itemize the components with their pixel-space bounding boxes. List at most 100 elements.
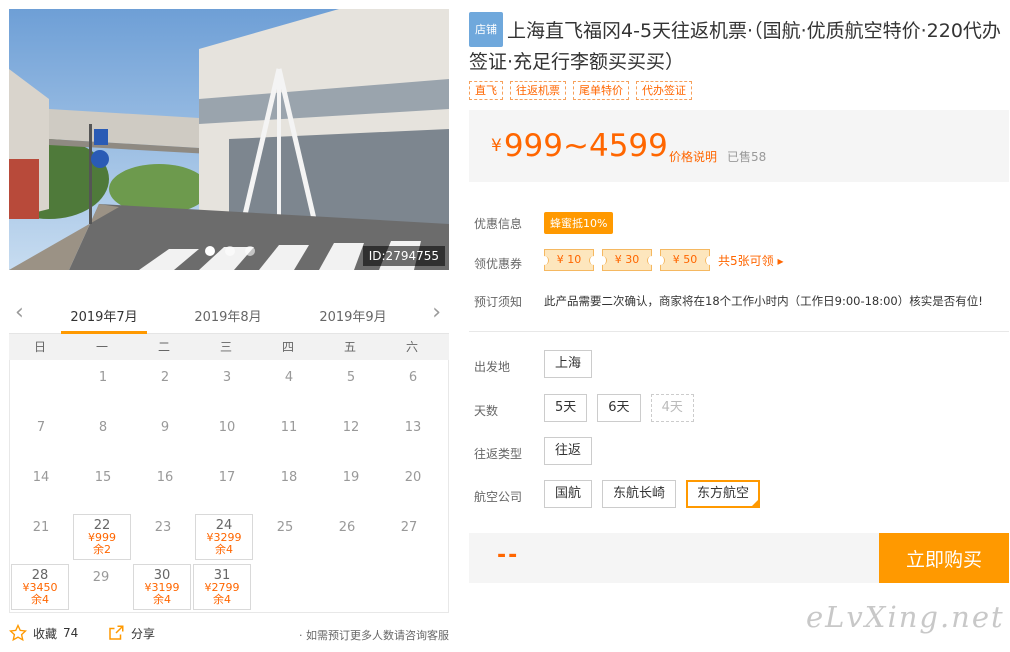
day-number: 8 (98, 420, 108, 435)
product-tag: 尾单特价 (573, 81, 629, 100)
day-number: 9 (160, 420, 170, 435)
coupon-label: 领优惠券 (474, 257, 523, 271)
chevron-right-icon[interactable]: › (432, 302, 441, 324)
price-panel: ¥999~4599 价格说明 已售58 (469, 110, 1009, 182)
booking-help-note: · 如需预订更多人数请咨询客服 (299, 629, 449, 642)
favorite-count: 74 (63, 626, 79, 640)
calendar-day-available[interactable]: 28 ¥3450 余4 (11, 564, 69, 610)
weekday-label: 四 (281, 340, 294, 354)
buy-now-button[interactable]: 立即购买 (879, 533, 1009, 583)
price-range: ¥999~4599 (491, 128, 668, 164)
coupon-ticket[interactable]: ¥ 30 (599, 249, 655, 271)
day-number: 13 (404, 420, 422, 435)
day-remaining: 余4 (31, 593, 49, 606)
calendar-day: 7 (10, 412, 72, 462)
option-days-5[interactable]: 5天 (544, 394, 588, 422)
day-number: 29 (92, 570, 110, 585)
calendar-day-available[interactable]: 30 ¥3199 余4 (133, 564, 191, 610)
photo-dot-active[interactable] (205, 246, 215, 256)
day-number (10, 362, 72, 370)
booking-label: 预订须知 (474, 295, 523, 309)
calendar-day: 20 (382, 462, 444, 512)
product-photo[interactable]: ID:2794755 (9, 9, 449, 270)
calendar-week-row: 7 8 9 10 11 12 13 (10, 412, 448, 462)
calendar-day: 27 (378, 512, 440, 562)
calendar-weekday-header: 日 一 二 三 四 五 六 (9, 334, 449, 360)
calendar-week-row: 28 ¥3450 余4 29 30 ¥3199 余4 31 ¥2799 余4 (10, 562, 448, 612)
discount-badge: 蜂蜜抵10% (544, 212, 614, 234)
option-departure-shanghai[interactable]: 上海 (544, 350, 593, 378)
day-remaining: 余4 (153, 593, 171, 606)
calendar-day (314, 562, 376, 612)
day-number: 19 (342, 470, 360, 485)
day-number (314, 562, 376, 570)
option-airline-air-china[interactable]: 国航 (544, 480, 593, 508)
total-price: -- (497, 543, 520, 568)
calendar-day-available[interactable]: 22 ¥999 余2 (73, 514, 131, 560)
coupon-ticket[interactable]: ¥ 10 (541, 249, 597, 271)
price-explain-link[interactable]: 价格说明 (669, 148, 717, 165)
option-days-4[interactable]: 4天 (650, 394, 694, 422)
price-value: 999~4599 (503, 128, 668, 164)
photo-dot[interactable] (225, 246, 235, 256)
product-title: 上海直飞福冈4-5天往返机票·（国航·优质航空特价·220代办签证·充足行李额买… (469, 20, 1001, 73)
tab-month-3[interactable]: 2019年9月 (310, 306, 396, 325)
product-tag: 往返机票 (510, 81, 566, 100)
photo-id-label: ID:2794755 (362, 246, 445, 266)
chevron-left-icon[interactable]: ‹ (15, 302, 24, 324)
calendar-day (10, 362, 72, 412)
airline-label: 航空公司 (474, 490, 523, 504)
calendar-day: 10 (196, 412, 258, 462)
day-number: 1 (98, 370, 108, 385)
day-number (376, 562, 438, 570)
day-number: 4 (284, 370, 294, 385)
page-title: 店铺 上海直飞福冈4-5天往返机票·（国航·优质航空特价·220代办签证·充足行李… (469, 12, 1009, 78)
calendar-day: 29 (70, 562, 132, 612)
day-number: 26 (338, 520, 356, 535)
share-label: 分享 (131, 626, 156, 641)
coupon-ticket[interactable]: ¥ 50 (657, 249, 713, 271)
weekday-label: 二 (157, 340, 170, 354)
option-days-6[interactable]: 6天 (597, 394, 641, 422)
product-tag: 代办签证 (636, 81, 692, 100)
photo-dot[interactable] (245, 246, 255, 256)
calendar-day: 12 (320, 412, 382, 462)
day-number: 2 (160, 370, 170, 385)
tab-month-1[interactable]: 2019年7月 (61, 306, 147, 334)
favorite-button[interactable]: 收藏 74 (9, 624, 78, 642)
calendar-day: 15 (72, 462, 134, 512)
photo-pagination (205, 246, 255, 256)
day-remaining: 余2 (93, 543, 111, 556)
option-trip-roundtrip[interactable]: 往返 (544, 437, 593, 465)
tab-month-2[interactable]: 2019年8月 (185, 306, 271, 325)
coupon-more-link[interactable]: 共5张可领 ▸ (718, 252, 783, 269)
share-button[interactable]: 分享 (107, 624, 155, 642)
day-number: 30 (153, 568, 171, 583)
shop-badge[interactable]: 店铺 (469, 12, 503, 47)
calendar-day-available[interactable]: 31 ¥2799 余4 (193, 564, 251, 610)
day-number: 21 (32, 520, 50, 535)
calendar-day-available[interactable]: 24 ¥3299 余4 (195, 514, 253, 560)
product-tag: 直飞 (469, 81, 503, 100)
calendar-day: 19 (320, 462, 382, 512)
day-number: 17 (218, 470, 236, 485)
day-remaining: 余4 (213, 593, 231, 606)
day-number: 27 (400, 520, 418, 535)
action-footer: 收藏 74 分享 · 如需预订更多人数请咨询客服 (9, 624, 449, 644)
watermark-logo: eLvXing.net (806, 600, 1005, 634)
product-header: 店铺 上海直飞福冈4-5天往返机票·（国航·优质航空特价·220代办签证·充足行李… (469, 12, 1009, 78)
day-number: 11 (280, 420, 298, 435)
section-divider (469, 331, 1009, 332)
option-airline-nagasaki[interactable]: 东航长崎 (602, 480, 677, 508)
day-number: 7 (36, 420, 46, 435)
coupon-list: ¥ 10 ¥ 30 ¥ 50 共5张可领 ▸ (541, 249, 783, 271)
day-remaining: 余4 (215, 543, 233, 556)
departure-label: 出发地 (474, 360, 511, 374)
option-airline-china-eastern[interactable]: 东方航空 (686, 480, 761, 508)
day-number: 5 (346, 370, 356, 385)
calendar-day: 5 (320, 362, 382, 412)
share-icon (109, 625, 124, 640)
calendar-day: 17 (196, 462, 258, 512)
day-number: 14 (32, 470, 50, 485)
calendar-day (376, 562, 438, 612)
